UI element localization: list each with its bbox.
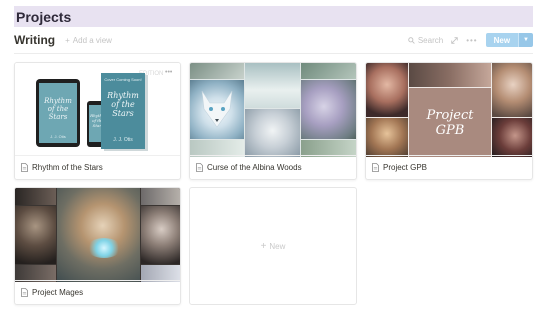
more-options-icon[interactable]: ••• — [466, 36, 477, 45]
new-card-label: New — [269, 241, 286, 251]
search-button[interactable]: Search — [408, 36, 443, 45]
mood-photo — [190, 63, 244, 79]
mood-photo — [366, 63, 408, 117]
mood-photo — [15, 188, 56, 205]
white-wolf-image — [201, 90, 233, 128]
view-toolbar: Writing + Add a view Search ••• New ▼ — [14, 30, 533, 50]
card-cover — [190, 63, 356, 157]
page-icon — [21, 288, 28, 297]
view-name[interactable]: Writing — [14, 33, 55, 47]
card-caption: Project Mages — [15, 280, 180, 304]
toolbar-divider — [14, 53, 533, 54]
book-author: J. J. Otis — [113, 137, 133, 143]
card-caption: Curse of the Albina Woods — [190, 155, 356, 179]
add-view-label: Add a view — [72, 35, 112, 45]
card-cover — [15, 188, 180, 282]
project-gpb-board: Project GPB — [409, 88, 491, 157]
mood-photo — [57, 188, 140, 282]
mood-photo — [245, 63, 300, 108]
card-title: Rhythm of the Stars — [32, 163, 103, 172]
card-cover: EDITION ••• Rhythm of the Stars J. J. Ot… — [15, 63, 180, 157]
more-options-icon[interactable]: ••• — [165, 69, 172, 76]
mood-photo — [492, 63, 532, 117]
mood-photo — [15, 206, 56, 264]
page-icon — [196, 163, 203, 172]
search-icon — [408, 36, 415, 44]
page-title: Projects — [16, 8, 72, 25]
mood-photo — [87, 238, 121, 258]
mood-photo — [141, 188, 180, 205]
mood-photo — [245, 109, 300, 157]
add-view-button[interactable]: + Add a view — [65, 36, 112, 45]
mood-photo — [492, 118, 532, 157]
card-caption: Project GPB — [366, 155, 532, 179]
card-cover: Project GPB — [366, 63, 532, 157]
page-icon — [21, 163, 28, 172]
cover-title: Project GPB — [426, 107, 474, 138]
new-button-label: New — [485, 33, 519, 47]
ebook-tablet: Rhythm of the Stars J. J. Otis — [36, 79, 80, 147]
chevron-down-icon[interactable]: ▼ — [518, 33, 533, 47]
mood-photo — [366, 118, 408, 157]
new-card-button[interactable]: + New — [189, 187, 357, 305]
card-title: Curse of the Albina Woods — [207, 163, 302, 172]
card-caption: Rhythm of the Stars — [15, 155, 180, 179]
search-label: Search — [417, 35, 444, 45]
gallery-card[interactable]: Project GPB Project GPB — [365, 62, 533, 180]
mood-photo — [301, 63, 356, 79]
plus-icon: + — [65, 35, 70, 45]
book-cover-title: Rhythm of the Stars — [44, 97, 72, 121]
paperback-book: Cover Coming Soon! Rhythm of the Stars J… — [101, 73, 145, 149]
mood-photo — [141, 206, 180, 264]
page-title-bar: Projects — [14, 6, 533, 27]
toolbar-actions: Search ••• New ▼ — [408, 33, 533, 47]
book-cover-title: Rhythm of the Stars — [107, 91, 139, 118]
mood-photo — [301, 80, 356, 139]
page-icon — [372, 163, 379, 172]
card-title: Project Mages — [32, 288, 84, 297]
new-button[interactable]: New ▼ — [485, 33, 533, 47]
gallery-card[interactable]: Curse of the Albina Woods — [189, 62, 357, 180]
plus-icon: + — [260, 240, 267, 252]
card-title: Project GPB — [383, 163, 428, 172]
book-author: J. J. Otis — [50, 134, 66, 139]
cover-banner: Cover Coming Soon! — [104, 77, 142, 82]
gallery-card[interactable]: Project Mages — [14, 187, 181, 305]
gallery-card[interactable]: EDITION ••• Rhythm of the Stars J. J. Ot… — [14, 62, 181, 180]
expand-icon[interactable] — [451, 36, 458, 44]
mood-photo — [409, 63, 491, 87]
